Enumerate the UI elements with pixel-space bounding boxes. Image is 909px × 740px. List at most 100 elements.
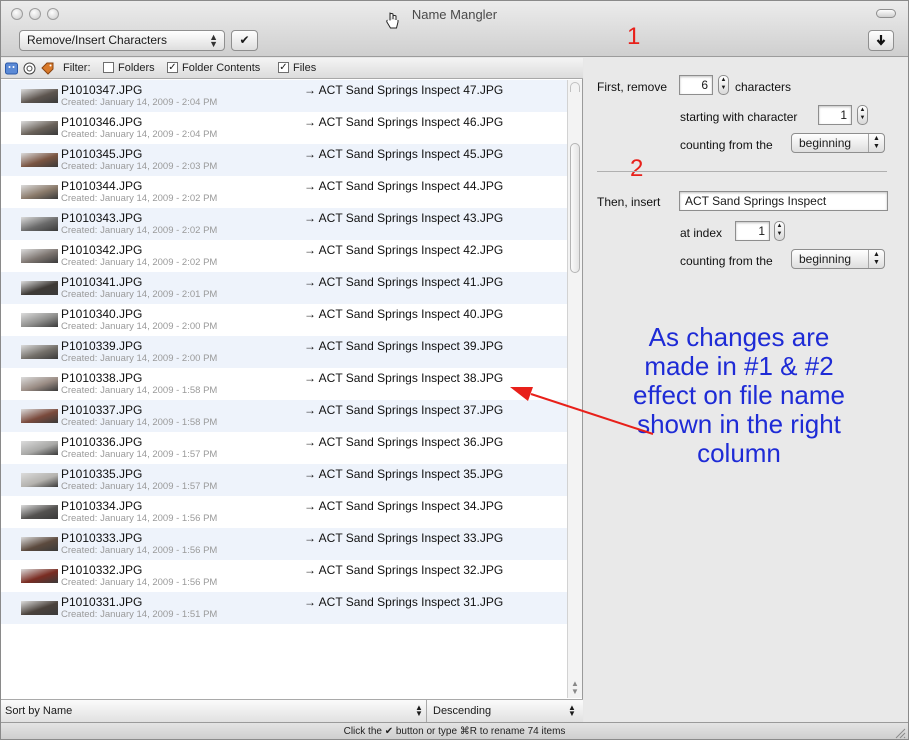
file-name: P1010346.JPG [61, 115, 143, 129]
files-checkbox[interactable]: ✓ [278, 62, 289, 73]
file-created-date: Created: January 14, 2009 - 2:04 PM [61, 129, 218, 140]
file-row[interactable]: P1010346.JPG Created: January 14, 2009 - … [1, 112, 567, 144]
updown-arrows-icon: ▲ ▼ [568, 703, 576, 718]
scroll-arrows-icon[interactable]: ▲ ▼ [571, 680, 579, 696]
file-new-name: → ACT Sand Springs Inspect 42.JPG [304, 243, 504, 257]
photo-thumbnail [21, 281, 58, 295]
file-name: P1010332.JPG [61, 563, 143, 577]
photo-thumbnail [21, 217, 58, 231]
file-row[interactable]: P1010333.JPG Created: January 14, 2009 - … [1, 528, 567, 560]
file-created-date: Created: January 14, 2009 - 1:58 PM [61, 385, 218, 396]
filter-circle-icon[interactable] [23, 62, 36, 75]
folders-checkbox[interactable] [103, 62, 114, 73]
remove-counting-from-select[interactable]: beginning ▲ ▼ [791, 133, 885, 153]
file-row[interactable]: P1010345.JPG Created: January 14, 2009 - … [1, 144, 567, 176]
tag-icon[interactable] [41, 62, 54, 75]
file-new-name: → ACT Sand Springs Inspect 41.JPG [304, 275, 504, 289]
status-bar: Click the ✔ button or type ⌘R to rename … [1, 722, 908, 739]
folder-contents-checkbox[interactable]: ✓ [167, 62, 178, 73]
window-title: Name Mangler [411, 7, 498, 22]
file-created-date: Created: January 14, 2009 - 2:02 PM [61, 225, 218, 236]
apply-rename-button[interactable]: ✔ [231, 30, 258, 51]
file-new-name: → ACT Sand Springs Inspect 36.JPG [304, 435, 504, 449]
app-window: Name Mangler Remove/Insert Characters ▲ ▼… [0, 0, 909, 740]
remove-count-stepper[interactable]: ▲ ▼ [718, 75, 729, 95]
remove-count-field[interactable]: 6 [679, 75, 713, 95]
title-bar: Name Mangler Remove/Insert Characters ▲ ▼… [1, 1, 908, 57]
file-row[interactable]: P1010332.JPG Created: January 14, 2009 - … [1, 560, 567, 592]
file-row[interactable]: P1010331.JPG Created: January 14, 2009 - … [1, 592, 567, 624]
filter-label: Filter: [63, 62, 91, 74]
file-row[interactable]: P1010347.JPG Created: January 14, 2009 - … [1, 80, 567, 112]
photo-thumbnail [21, 473, 58, 487]
file-row[interactable]: P1010342.JPG Created: January 14, 2009 - … [1, 240, 567, 272]
file-row[interactable]: P1010344.JPG Created: January 14, 2009 - … [1, 176, 567, 208]
file-name: P1010336.JPG [61, 435, 143, 449]
file-row[interactable]: P1010343.JPG Created: January 14, 2009 - … [1, 208, 567, 240]
updown-arrows-icon: ▲ ▼ [415, 703, 423, 718]
start-character-field[interactable]: 1 [818, 105, 852, 125]
file-name: P1010347.JPG [61, 83, 143, 97]
file-new-name: → ACT Sand Springs Inspect 37.JPG [304, 403, 504, 417]
resize-grip-icon[interactable] [894, 727, 906, 739]
sort-divider [426, 700, 427, 722]
file-row[interactable]: P1010339.JPG Created: January 14, 2009 - … [1, 336, 567, 368]
scrollbar-track-cap [570, 82, 580, 92]
characters-label: characters [735, 80, 792, 94]
file-name: P1010333.JPG [61, 531, 143, 545]
file-created-date: Created: January 14, 2009 - 2:00 PM [61, 321, 218, 332]
mode-select[interactable]: Remove/Insert Characters ▲ ▼ [19, 30, 225, 51]
photo-thumbnail [21, 89, 58, 103]
photo-thumbnail [21, 505, 58, 519]
scrollbar-thumb[interactable] [570, 143, 580, 273]
file-new-name: → ACT Sand Springs Inspect 39.JPG [304, 339, 504, 353]
annotation-number-1: 1 [627, 23, 641, 50]
file-created-date: Created: January 14, 2009 - 1:57 PM [61, 481, 218, 492]
file-new-name: → ACT Sand Springs Inspect 40.JPG [304, 307, 504, 321]
filter-bar: Filter: Folders ✓ Folder Contents ✓ File… [1, 58, 583, 79]
file-created-date: Created: January 14, 2009 - 2:02 PM [61, 193, 218, 204]
file-name: P1010338.JPG [61, 371, 143, 385]
file-created-date: Created: January 14, 2009 - 2:00 PM [61, 353, 218, 364]
file-row[interactable]: P1010337.JPG Created: January 14, 2009 - … [1, 400, 567, 432]
file-row[interactable]: P1010336.JPG Created: January 14, 2009 - … [1, 432, 567, 464]
file-name: P1010337.JPG [61, 403, 143, 417]
file-created-date: Created: January 14, 2009 - 1:58 PM [61, 417, 218, 428]
options-pane: First, remove 6 ▲ ▼ characters starting w… [584, 58, 908, 722]
starting-with-label: starting with character [680, 110, 798, 124]
photo-thumbnail [21, 441, 58, 455]
file-name: P1010340.JPG [61, 307, 143, 321]
file-list-scrollbar[interactable]: ▲ ▼ [567, 80, 582, 698]
annotation-note: As changes are made in #1 & #2 effect on… [633, 322, 845, 468]
insert-counting-from-select[interactable]: beginning ▲ ▼ [791, 249, 885, 269]
insert-text-field[interactable]: ACT Sand Springs Inspect [679, 191, 888, 211]
file-row[interactable]: P1010335.JPG Created: January 14, 2009 - … [1, 464, 567, 496]
file-created-date: Created: January 14, 2009 - 1:56 PM [61, 545, 218, 556]
file-new-name: → ACT Sand Springs Inspect 35.JPG [304, 467, 504, 481]
file-row[interactable]: P1010338.JPG Created: January 14, 2009 - … [1, 368, 567, 400]
file-row[interactable]: P1010334.JPG Created: January 14, 2009 - … [1, 496, 567, 528]
finder-icon[interactable] [5, 62, 18, 75]
photo-thumbnail [21, 601, 58, 615]
file-list[interactable]: P1010347.JPG Created: January 14, 2009 - … [1, 80, 567, 698]
start-character-stepper[interactable]: ▲ ▼ [857, 105, 868, 125]
file-new-name: → ACT Sand Springs Inspect 45.JPG [304, 147, 504, 161]
file-created-date: Created: January 14, 2009 - 1:57 PM [61, 449, 218, 460]
insert-index-stepper[interactable]: ▲ ▼ [774, 221, 785, 241]
at-index-label: at index [680, 226, 723, 240]
sort-order-select[interactable]: Descending [433, 705, 491, 717]
file-new-name: → ACT Sand Springs Inspect 46.JPG [304, 115, 504, 129]
file-name: P1010339.JPG [61, 339, 143, 353]
annotation-number-2: 2 [630, 155, 644, 182]
sort-by-select[interactable]: Sort by Name [5, 705, 72, 717]
toolbar-toggle-button[interactable] [876, 9, 896, 18]
file-new-name: → ACT Sand Springs Inspect 44.JPG [304, 179, 504, 193]
photo-thumbnail [21, 377, 58, 391]
file-name: P1010334.JPG [61, 499, 143, 513]
file-row[interactable]: P1010341.JPG Created: January 14, 2009 - … [1, 272, 567, 304]
updown-arrows-icon: ▲ ▼ [868, 134, 884, 152]
insert-index-field[interactable]: 1 [735, 221, 770, 241]
photo-thumbnail [21, 121, 58, 135]
download-button[interactable] [868, 30, 894, 51]
file-row[interactable]: P1010340.JPG Created: January 14, 2009 - … [1, 304, 567, 336]
